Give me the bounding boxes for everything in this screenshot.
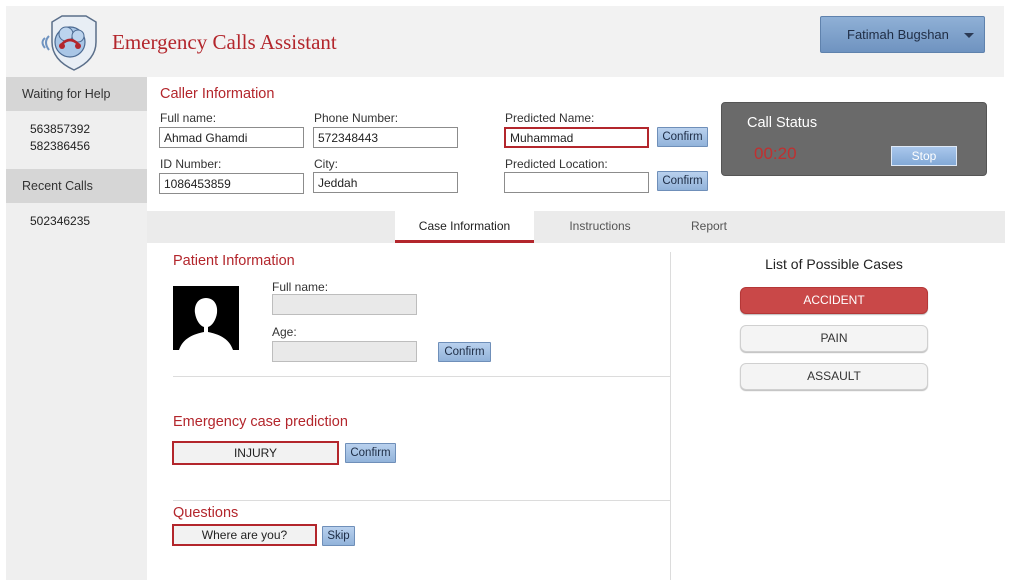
current-question: Where are you? <box>172 524 317 546</box>
skip-question-button[interactable]: Skip <box>322 526 355 546</box>
emergency-prediction-title: Emergency case prediction <box>173 414 348 430</box>
case-option-assault[interactable]: ASSAULT <box>740 363 928 390</box>
section-divider <box>173 376 670 377</box>
patient-age-label: Age: <box>272 325 297 339</box>
patient-full-name-label: Full name: <box>272 280 329 294</box>
city-field[interactable] <box>313 172 458 193</box>
user-menu-button[interactable]: Fatimah Bugshan <box>820 16 985 53</box>
section-divider <box>173 500 670 501</box>
case-option-pain[interactable]: PAIN <box>740 325 928 352</box>
questions-title: Questions <box>173 505 239 521</box>
tab-case-information[interactable]: Case Information <box>395 211 534 243</box>
full-name-label: Full name: <box>160 111 217 125</box>
tab-instructions[interactable]: Instructions <box>535 211 665 243</box>
chevron-down-icon <box>964 33 974 38</box>
patient-information-title: Patient Information <box>173 253 295 269</box>
confirm-predicted-location-button[interactable]: Confirm <box>657 171 708 191</box>
app-logo-icon <box>40 12 106 72</box>
predicted-location-field[interactable] <box>504 172 649 193</box>
patient-age-field[interactable] <box>272 341 417 362</box>
phone-number-label: Phone Number: <box>314 111 399 125</box>
predicted-location-label: Predicted Location: <box>505 157 608 171</box>
id-number-field[interactable] <box>159 173 304 194</box>
predicted-name-label: Predicted Name: <box>505 111 595 125</box>
app-header: Emergency Calls Assistant Fatimah Bugsha… <box>6 6 1004 77</box>
prediction-value: INJURY <box>172 441 339 465</box>
patient-avatar <box>173 286 239 350</box>
confirm-predicted-name-button[interactable]: Confirm <box>657 127 708 147</box>
tab-bar: Case Information Instructions Report <box>147 211 1005 243</box>
caller-information-title: Caller Information <box>160 86 275 102</box>
content-divider <box>670 252 671 580</box>
phone-number-field[interactable] <box>313 127 458 148</box>
stop-call-button[interactable]: Stop <box>891 146 957 166</box>
case-option-accident[interactable]: ACCIDENT <box>740 287 928 314</box>
call-status-panel: Call Status 00:20 Stop <box>721 102 987 176</box>
waiting-call-item[interactable]: 563857392 <box>30 122 90 136</box>
confirm-patient-button[interactable]: Confirm <box>438 342 491 362</box>
confirm-prediction-button[interactable]: Confirm <box>345 443 396 463</box>
user-name: Fatimah Bugshan <box>847 27 949 42</box>
sidebar: Waiting for Help 563857392 582386456 Rec… <box>6 77 147 580</box>
tab-report[interactable]: Report <box>659 211 759 243</box>
call-status-title: Call Status <box>747 115 818 131</box>
id-number-label: ID Number: <box>160 157 222 171</box>
waiting-for-help-header: Waiting for Help <box>6 77 147 111</box>
waiting-call-item[interactable]: 582386456 <box>30 139 90 153</box>
city-label: City: <box>314 157 338 171</box>
recent-calls-header: Recent Calls <box>6 169 147 203</box>
full-name-field[interactable] <box>159 127 304 148</box>
predicted-name-field[interactable] <box>504 127 649 148</box>
possible-cases-title: List of Possible Cases <box>765 256 903 272</box>
patient-full-name-field[interactable] <box>272 294 417 315</box>
call-timer: 00:20 <box>754 144 797 163</box>
app-title: Emergency Calls Assistant <box>112 30 337 54</box>
recent-call-item[interactable]: 502346235 <box>30 214 90 228</box>
